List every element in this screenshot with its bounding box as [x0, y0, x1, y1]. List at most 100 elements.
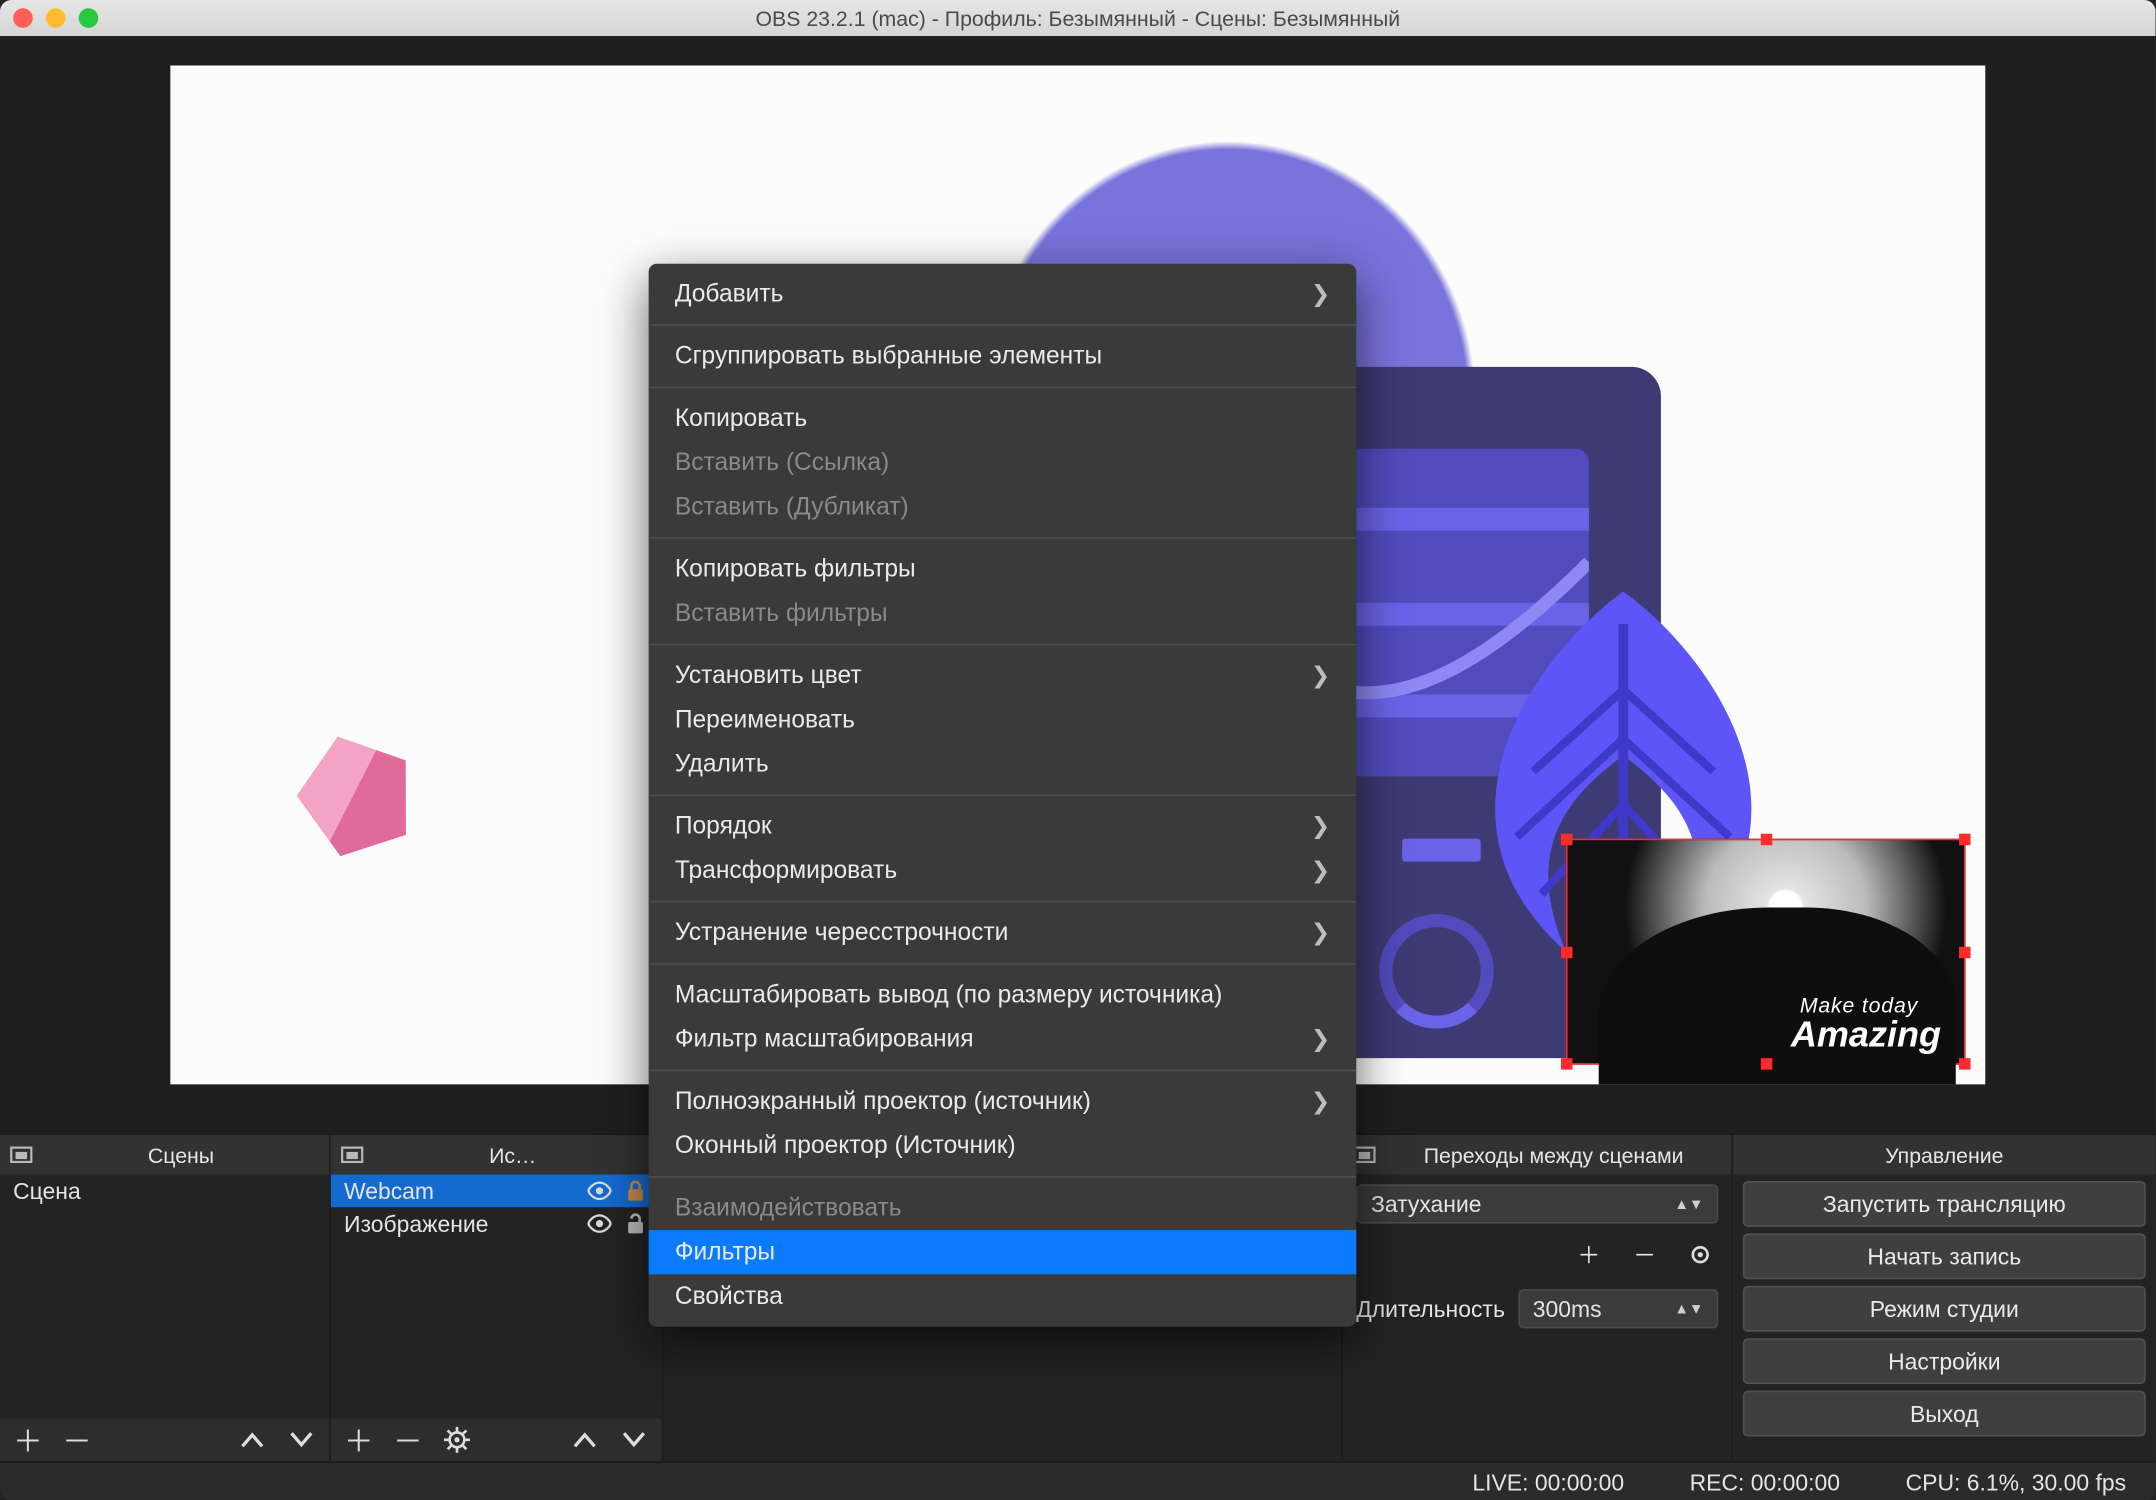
- undock-icon[interactable]: [10, 1143, 33, 1166]
- resize-handle[interactable]: [1959, 834, 1970, 845]
- menu-item: Взаимодействовать: [649, 1186, 1357, 1230]
- menu-item[interactable]: Фильтр масштабирования❯: [649, 1017, 1357, 1061]
- menu-item[interactable]: Переименовать: [649, 698, 1357, 742]
- control-button[interactable]: Запустить трансляцию: [1743, 1181, 2146, 1227]
- source-row[interactable]: Изображение: [331, 1207, 662, 1240]
- menu-item-label: Устранение чересстрочности: [675, 919, 1009, 947]
- chevron-right-icon: ❯: [1311, 280, 1330, 308]
- menu-separator: [649, 901, 1357, 903]
- source-down-button[interactable]: [616, 1422, 652, 1458]
- chevron-right-icon: ❯: [1311, 1088, 1330, 1116]
- updown-icon: ▲▼: [1674, 1302, 1703, 1315]
- menu-item-label: Фильтр масштабирования: [675, 1025, 974, 1053]
- menu-separator: [649, 1176, 1357, 1178]
- menu-item[interactable]: Трансформировать❯: [649, 848, 1357, 892]
- menu-item-label: Добавить: [675, 280, 784, 308]
- scenes-list[interactable]: Сцена: [0, 1174, 329, 1418]
- scene-up-button[interactable]: [234, 1422, 270, 1458]
- chevron-right-icon: ❯: [1311, 857, 1330, 885]
- menu-item[interactable]: Сгруппировать выбранные элементы: [649, 334, 1357, 378]
- resize-handle[interactable]: [1561, 1058, 1572, 1069]
- menu-separator: [649, 387, 1357, 389]
- menu-item-label: Установить цвет: [675, 662, 862, 690]
- menu-item[interactable]: Порядок❯: [649, 804, 1357, 848]
- remove-transition-button[interactable]: －: [1627, 1237, 1663, 1273]
- preview-area[interactable]: Make today Amazing Добавить ❯ Сгруппироват…: [0, 36, 2156, 1133]
- menu-separator: [649, 794, 1357, 796]
- menu-item[interactable]: Фильтры: [649, 1230, 1357, 1274]
- menu-item[interactable]: Масштабировать вывод (по размеру источни…: [649, 973, 1357, 1017]
- menu-item-label: Удалить: [675, 750, 769, 778]
- resize-handle[interactable]: [1761, 834, 1772, 845]
- gear-icon[interactable]: [1682, 1237, 1718, 1273]
- resize-handle[interactable]: [1959, 947, 1970, 958]
- undock-icon[interactable]: [1353, 1143, 1376, 1166]
- add-source-button[interactable]: ＋: [341, 1422, 377, 1458]
- status-cpu: CPU: 6.1%, 30.00 fps: [1906, 1468, 2127, 1494]
- status-live: LIVE: 00:00:00: [1472, 1468, 1624, 1494]
- menu-item-label: Масштабировать вывод (по размеру источни…: [675, 981, 1222, 1009]
- scenes-panel: Сцены Сцена ＋ －: [0, 1135, 331, 1461]
- menu-item-label: Вставить фильтры: [675, 600, 888, 628]
- eye-icon[interactable]: [586, 1210, 612, 1236]
- chevron-right-icon: ❯: [1311, 662, 1330, 690]
- controls-title: Управление: [1743, 1143, 2146, 1168]
- menu-item[interactable]: Свойства: [649, 1274, 1357, 1318]
- scene-row[interactable]: Сцена: [0, 1174, 329, 1207]
- unlock-icon[interactable]: [622, 1210, 648, 1236]
- duration-label: Длительность: [1356, 1296, 1505, 1322]
- source-up-button[interactable]: [567, 1422, 603, 1458]
- sources-list[interactable]: WebcamИзображение: [331, 1174, 662, 1418]
- menu-item[interactable]: Добавить ❯: [649, 272, 1357, 316]
- remove-source-button[interactable]: －: [390, 1422, 426, 1458]
- webcam-source[interactable]: Make today Amazing: [1566, 839, 1966, 1065]
- menu-item[interactable]: Копировать фильтры: [649, 547, 1357, 591]
- menu-item: Вставить (Ссылка): [649, 441, 1357, 485]
- menu-item[interactable]: Копировать: [649, 396, 1357, 440]
- close-icon[interactable]: [13, 8, 33, 28]
- add-transition-button[interactable]: ＋: [1571, 1237, 1607, 1273]
- scene-down-button[interactable]: [283, 1422, 319, 1458]
- remove-scene-button[interactable]: －: [59, 1422, 95, 1458]
- window-title: OBS 23.2.1 (mac) - Профиль: Безымянный -…: [0, 6, 2156, 31]
- control-button[interactable]: Режим студии: [1743, 1286, 2146, 1332]
- menu-item[interactable]: Удалить: [649, 742, 1357, 786]
- menu-item[interactable]: Установить цвет ❯: [649, 654, 1357, 698]
- resize-handle[interactable]: [1761, 1058, 1772, 1069]
- menu-item[interactable]: Полноэкранный проектор (источник)❯: [649, 1079, 1357, 1123]
- controls-panel: Управление Запустить трансляцию Начать за…: [1733, 1135, 2156, 1461]
- menu-item-label: Оконный проектор (Источник): [675, 1132, 1016, 1160]
- menu-item-label: Копировать: [675, 405, 807, 433]
- menu-item[interactable]: Оконный проектор (Источник): [649, 1124, 1357, 1168]
- control-button[interactable]: Выход: [1743, 1391, 2146, 1437]
- resize-handle[interactable]: [1959, 1058, 1970, 1069]
- menu-item-label: Свойства: [675, 1283, 783, 1311]
- resize-handle[interactable]: [1561, 947, 1572, 958]
- status-bar: LIVE: 00:00:00 REC: 00:00:00 CPU: 6.1%, …: [0, 1461, 2156, 1500]
- minimize-icon[interactable]: [46, 8, 66, 28]
- transitions-title: Переходы между сценами: [1386, 1143, 1722, 1168]
- undock-icon[interactable]: [341, 1143, 364, 1166]
- transition-select[interactable]: Затухание ▲▼: [1356, 1184, 1718, 1223]
- context-menu: Добавить ❯ Сгруппировать выбранные элемент…: [649, 264, 1357, 1327]
- menu-item-label: Вставить (Ссылка): [675, 449, 889, 477]
- resize-handle[interactable]: [1561, 834, 1572, 845]
- menu-item-label: Взаимодействовать: [675, 1194, 902, 1222]
- source-properties-button[interactable]: [439, 1422, 475, 1458]
- status-rec: REC: 00:00:00: [1690, 1468, 1840, 1494]
- maximize-icon[interactable]: [79, 8, 99, 28]
- source-row[interactable]: Webcam: [331, 1174, 662, 1207]
- add-scene-button[interactable]: ＋: [10, 1422, 46, 1458]
- menu-item-label: Порядок: [675, 812, 772, 840]
- menu-item-label: Копировать фильтры: [675, 555, 916, 583]
- lock-icon[interactable]: [622, 1178, 648, 1204]
- control-button[interactable]: Настройки: [1743, 1338, 2146, 1384]
- menu-separator: [649, 963, 1357, 965]
- webcam-text-line2: Amazing: [1791, 1014, 1941, 1057]
- illustration-gem: [283, 719, 427, 863]
- transition-current: Затухание: [1371, 1191, 1482, 1217]
- eye-icon[interactable]: [586, 1178, 612, 1204]
- control-button[interactable]: Начать запись: [1743, 1233, 2146, 1279]
- duration-input[interactable]: 300ms ▲▼: [1518, 1289, 1718, 1328]
- menu-item[interactable]: Устранение чересстрочности❯: [649, 911, 1357, 955]
